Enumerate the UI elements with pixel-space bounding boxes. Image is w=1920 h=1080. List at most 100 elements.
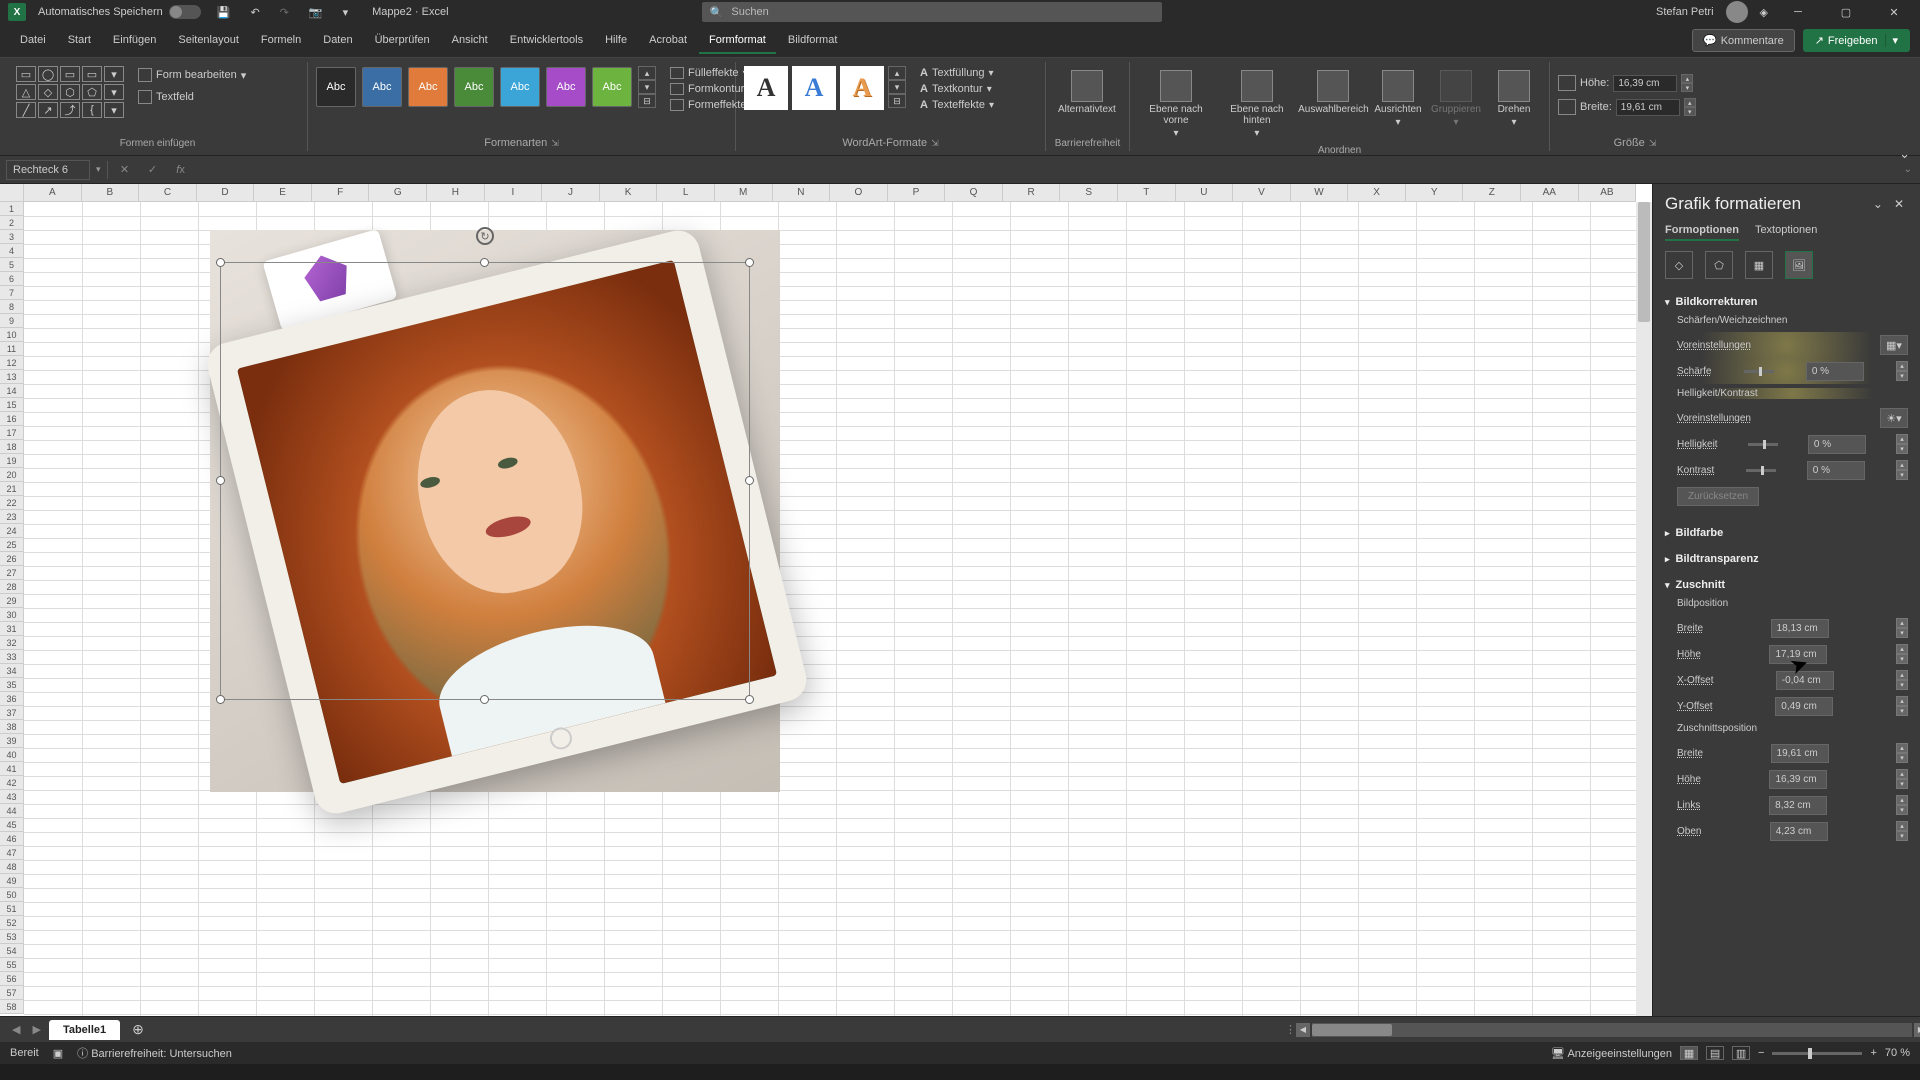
shape-icon[interactable]: ◯ [38, 66, 58, 82]
row-header[interactable]: 58 [0, 1000, 23, 1014]
row-header[interactable]: 1 [0, 202, 23, 216]
row-header[interactable]: 24 [0, 524, 23, 538]
scrollbar-thumb[interactable] [1638, 202, 1650, 322]
scroll-right-icon[interactable]: ▶ [1914, 1023, 1920, 1037]
add-sheet-button[interactable]: ⊕ [124, 1021, 152, 1038]
chevron-down-icon[interactable]: ▾ [1885, 34, 1898, 47]
macro-record-icon[interactable]: ▣ [53, 1047, 63, 1060]
scrollbar-thumb[interactable] [1312, 1024, 1392, 1036]
minimize-button[interactable]: ─ [1780, 0, 1816, 24]
height-field[interactable]: Höhe:▴▾ [1558, 74, 1696, 92]
wordart-style[interactable]: A [792, 66, 836, 110]
select-all-button[interactable] [0, 184, 24, 202]
row-header[interactable]: 46 [0, 832, 23, 846]
pic-width-input[interactable] [1771, 619, 1829, 638]
resize-handle[interactable] [745, 695, 754, 704]
fill-line-icon[interactable]: ◇ [1665, 251, 1693, 279]
row-header[interactable]: 18 [0, 440, 23, 454]
column-header[interactable]: Y [1406, 184, 1464, 201]
name-box-dropdown-icon[interactable]: ▾ [96, 164, 101, 175]
resize-handle[interactable] [216, 476, 225, 485]
row-header[interactable]: 19 [0, 454, 23, 468]
effects-tab-icon[interactable]: ⬠ [1705, 251, 1733, 279]
row-header[interactable]: 51 [0, 902, 23, 916]
reset-button[interactable]: Zurücksetzen [1677, 487, 1759, 506]
collapse-ribbon-icon[interactable]: ⌄ [1899, 146, 1910, 162]
comments-button[interactable]: 💬Kommentare [1692, 29, 1795, 52]
wordart-style[interactable]: A [840, 66, 884, 110]
pane-close-icon[interactable]: ✕ [1890, 197, 1908, 211]
row-header[interactable]: 53 [0, 930, 23, 944]
column-header[interactable]: D [197, 184, 255, 201]
tab-entwicklertools[interactable]: Entwicklertools [500, 28, 593, 54]
column-header[interactable]: M [715, 184, 773, 201]
zoom-level[interactable]: 70 % [1885, 1047, 1910, 1059]
tab-einfuegen[interactable]: Einfügen [103, 28, 166, 54]
column-header[interactable]: AB [1579, 184, 1637, 201]
column-header[interactable]: P [888, 184, 946, 201]
row-header[interactable]: 42 [0, 776, 23, 790]
row-header[interactable]: 32 [0, 636, 23, 650]
qat-more-icon[interactable]: ▾ [339, 6, 353, 19]
dialog-launcher-icon[interactable]: ⇲ [551, 138, 559, 149]
row-header[interactable]: 44 [0, 804, 23, 818]
row-header[interactable]: 43 [0, 790, 23, 804]
search-box[interactable]: 🔍 Suchen [702, 2, 1162, 22]
row-header[interactable]: 36 [0, 692, 23, 706]
dialog-launcher-icon[interactable]: ⇲ [931, 138, 939, 149]
row-header[interactable]: 25 [0, 538, 23, 552]
dialog-launcher-icon[interactable]: ⇲ [1649, 138, 1657, 149]
group-button[interactable]: Gruppieren▾ [1429, 66, 1483, 132]
row-header[interactable]: 29 [0, 594, 23, 608]
gallery-up-icon[interactable]: ▴ [888, 66, 906, 80]
column-header[interactable]: W [1291, 184, 1349, 201]
text-fill-button[interactable]: ATextfüllung ▾ [916, 66, 998, 80]
row-header[interactable]: 2 [0, 216, 23, 230]
row-header[interactable]: 15 [0, 398, 23, 412]
expand-formula-icon[interactable]: ⌄ [1904, 164, 1912, 175]
row-header[interactable]: 21 [0, 482, 23, 496]
row-header[interactable]: 55 [0, 958, 23, 972]
row-header[interactable]: 47 [0, 846, 23, 860]
close-button[interactable]: ✕ [1876, 0, 1912, 24]
row-header[interactable]: 4 [0, 244, 23, 258]
row-header[interactable]: 38 [0, 720, 23, 734]
sharpness-input[interactable] [1806, 362, 1864, 381]
spreadsheet-grid[interactable]: ABCDEFGHIJKLMNOPQRSTUVWXYZAAAB 123456789… [0, 184, 1652, 1016]
enter-formula-icon[interactable]: ✓ [142, 159, 164, 181]
tab-formformat[interactable]: Formformat [699, 28, 776, 54]
tab-daten[interactable]: Daten [313, 28, 362, 54]
crop-width-input[interactable] [1771, 744, 1829, 763]
user-avatar[interactable] [1726, 1, 1748, 23]
shape-style[interactable]: Abc [408, 67, 448, 107]
row-header[interactable]: 48 [0, 860, 23, 874]
row-header[interactable]: 14 [0, 384, 23, 398]
column-header[interactable]: V [1233, 184, 1291, 201]
tab-formeln[interactable]: Formeln [251, 28, 311, 54]
view-normal-icon[interactable]: ▦ [1680, 1046, 1698, 1060]
shape-styles-gallery[interactable]: Abc Abc Abc Abc Abc Abc Abc ▴▾⊟ [316, 66, 656, 108]
gallery-down-icon[interactable]: ▾ [888, 80, 906, 94]
brightness-input[interactable] [1808, 435, 1866, 454]
column-header[interactable]: K [600, 184, 658, 201]
gallery-up-icon[interactable]: ▴ [638, 66, 656, 80]
column-header[interactable]: I [485, 184, 543, 201]
contrast-slider[interactable] [1746, 469, 1776, 472]
shapes-gallery[interactable]: ▭◯▭▭▾ △◇⬡⬠▾ ╱↗⤴{▾ [16, 66, 124, 118]
section-bildkorrekturen[interactable]: ▾Bildkorrekturen [1665, 293, 1908, 311]
column-header[interactable]: U [1176, 184, 1234, 201]
row-header[interactable]: 37 [0, 706, 23, 720]
view-pagebreak-icon[interactable]: ▥ [1732, 1046, 1750, 1060]
row-header[interactable]: 28 [0, 580, 23, 594]
shape-icon[interactable]: ⬡ [60, 84, 80, 100]
shape-icon[interactable]: △ [16, 84, 36, 100]
selection-pane-button[interactable]: Auswahlbereich [1300, 66, 1367, 119]
tab-seitenlayout[interactable]: Seitenlayout [168, 28, 249, 54]
tab-datei[interactable]: Datei [10, 28, 56, 54]
shape-icon[interactable]: ◇ [38, 84, 58, 100]
picture-tab-icon[interactable]: 🖼 [1785, 251, 1813, 279]
y-offset-input[interactable] [1775, 697, 1833, 716]
cancel-formula-icon[interactable]: ✕ [114, 159, 136, 181]
tab-acrobat[interactable]: Acrobat [639, 28, 697, 54]
zoom-in-icon[interactable]: + [1870, 1047, 1876, 1059]
